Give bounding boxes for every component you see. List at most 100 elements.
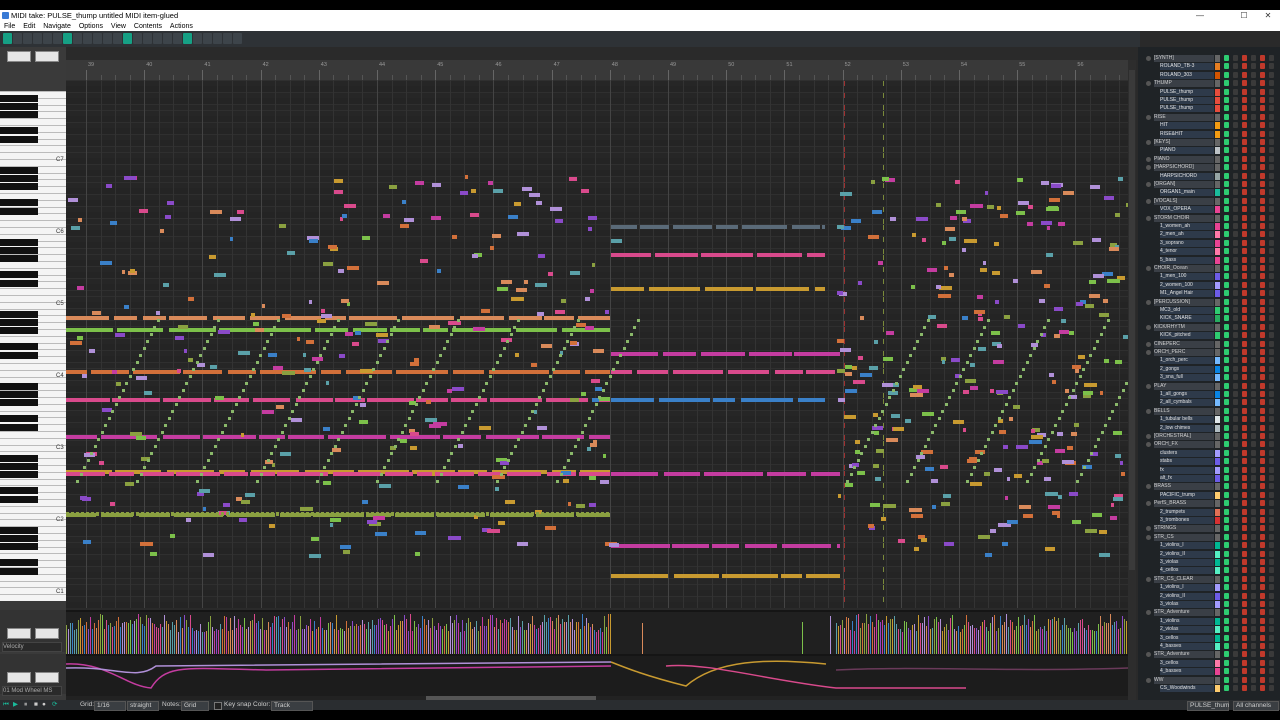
- midi-note[interactable]: [580, 431, 584, 434]
- velocity-bar[interactable]: [156, 626, 157, 654]
- track-row[interactable]: 4_basses: [1138, 643, 1280, 651]
- track-record-icon[interactable]: [1242, 601, 1247, 607]
- midi-note[interactable]: [852, 379, 866, 384]
- track-mute-icon[interactable]: [1233, 382, 1238, 389]
- track-env-icon[interactable]: [1269, 130, 1274, 137]
- track-row[interactable]: ORCH_PERC: [1138, 349, 1280, 357]
- menu-actions[interactable]: Actions: [170, 23, 193, 30]
- track-solo-icon[interactable]: [1251, 466, 1256, 473]
- velocity-bar[interactable]: [840, 624, 841, 654]
- track-fx-icon[interactable]: [1260, 676, 1265, 683]
- midi-note[interactable]: [636, 319, 640, 322]
- cc-curves[interactable]: [65, 656, 1129, 696]
- track-row[interactable]: STR_Adventure: [1138, 609, 1280, 617]
- track-record-icon[interactable]: [1242, 676, 1247, 683]
- midi-note[interactable]: [311, 512, 314, 516]
- track-name[interactable]: 1_tubular bells: [1160, 416, 1214, 424]
- midi-note[interactable]: [909, 473, 913, 476]
- velocity-bar[interactable]: [892, 618, 893, 654]
- track-fx-icon[interactable]: [1260, 265, 1265, 271]
- track-record-icon[interactable]: [1242, 307, 1247, 313]
- track-solo-icon[interactable]: [1251, 399, 1256, 406]
- midi-note[interactable]: [537, 254, 546, 259]
- folder-toggle-icon[interactable]: [1146, 81, 1151, 87]
- midi-note[interactable]: [229, 237, 233, 242]
- velocity-bar[interactable]: [1058, 617, 1059, 654]
- track-row[interactable]: 1_tubular bells: [1138, 416, 1280, 424]
- midi-note[interactable]: [361, 389, 365, 392]
- midi-note[interactable]: [941, 410, 944, 413]
- midi-note[interactable]: [150, 452, 153, 455]
- velocity-bar[interactable]: [964, 624, 965, 654]
- midi-note[interactable]: [1085, 528, 1097, 533]
- track-env-icon[interactable]: [1269, 248, 1274, 255]
- midi-note[interactable]: [1030, 434, 1044, 439]
- midi-note[interactable]: [449, 333, 453, 336]
- track-name[interactable]: ROLAND_303: [1160, 71, 1214, 79]
- midi-note[interactable]: [1014, 474, 1022, 479]
- velocity-bar[interactable]: [330, 621, 331, 654]
- midi-note[interactable]: [612, 368, 615, 371]
- midi-note[interactable]: [636, 370, 669, 374]
- track-mute-icon[interactable]: [1233, 55, 1238, 61]
- midi-note[interactable]: [174, 335, 185, 340]
- velocity-bar[interactable]: [424, 619, 425, 654]
- midi-note[interactable]: [1052, 380, 1057, 385]
- midi-note[interactable]: [414, 403, 418, 406]
- midi-note[interactable]: [240, 432, 245, 437]
- midi-note[interactable]: [1043, 326, 1046, 329]
- track-solo-icon[interactable]: [1251, 214, 1256, 221]
- velocity-bar[interactable]: [318, 627, 319, 654]
- midi-note[interactable]: [279, 452, 292, 457]
- track-name[interactable]: PIANO: [1154, 155, 1214, 163]
- velocity-bar[interactable]: [480, 626, 481, 654]
- black-key[interactable]: [0, 280, 38, 287]
- midi-note[interactable]: [157, 438, 160, 441]
- midi-note[interactable]: [407, 417, 411, 420]
- velocity-bar[interactable]: [1104, 621, 1105, 654]
- velocity-bar[interactable]: [550, 616, 551, 654]
- track-env-icon[interactable]: [1269, 643, 1274, 649]
- midi-note[interactable]: [859, 373, 873, 378]
- track-solo-icon[interactable]: [1251, 382, 1256, 389]
- velocity-bar[interactable]: [198, 631, 199, 654]
- midi-note[interactable]: [996, 205, 1001, 210]
- midi-note[interactable]: [581, 188, 589, 193]
- track-mute-icon[interactable]: [1233, 239, 1238, 246]
- midi-note[interactable]: [1036, 340, 1039, 343]
- velocity-bar[interactable]: [340, 628, 341, 654]
- velocity-bar[interactable]: [986, 626, 987, 654]
- track-name[interactable]: clusters: [1160, 449, 1214, 457]
- midi-note[interactable]: [517, 438, 520, 441]
- velocity-bar[interactable]: [192, 627, 193, 654]
- velocity-bar[interactable]: [844, 627, 845, 654]
- midi-note[interactable]: [379, 473, 383, 476]
- midi-note[interactable]: [559, 354, 562, 357]
- track-record-icon[interactable]: [1242, 357, 1247, 364]
- midi-note[interactable]: [1025, 361, 1029, 364]
- track-select-icon[interactable]: [1224, 374, 1229, 381]
- velocity-bar[interactable]: [602, 631, 603, 654]
- midi-note[interactable]: [329, 523, 334, 528]
- midi-note[interactable]: [143, 466, 146, 469]
- velocity-bar[interactable]: [548, 618, 549, 654]
- midi-note[interactable]: [1109, 247, 1119, 252]
- toolbar-button[interactable]: [83, 33, 92, 44]
- track-select-icon[interactable]: [1224, 601, 1229, 607]
- midi-note[interactable]: [515, 352, 519, 357]
- velocity-bar[interactable]: [292, 621, 293, 654]
- velocity-bar[interactable]: [216, 628, 217, 654]
- midi-note[interactable]: [114, 403, 118, 406]
- velocity-bar[interactable]: [74, 630, 75, 654]
- track-row[interactable]: [PERCUSSION]: [1138, 298, 1280, 307]
- midi-note[interactable]: [1003, 315, 1010, 320]
- velocity-bar[interactable]: [360, 624, 361, 654]
- track-select-icon[interactable]: [1224, 416, 1229, 423]
- track-name[interactable]: 1_women_ah: [1160, 223, 1214, 230]
- velocity-bar[interactable]: [956, 631, 957, 654]
- track-select-icon[interactable]: [1224, 643, 1229, 649]
- midi-note[interactable]: [516, 319, 520, 322]
- midi-note[interactable]: [1022, 514, 1034, 519]
- velocity-bar[interactable]: [88, 629, 89, 654]
- midi-note[interactable]: [885, 437, 898, 442]
